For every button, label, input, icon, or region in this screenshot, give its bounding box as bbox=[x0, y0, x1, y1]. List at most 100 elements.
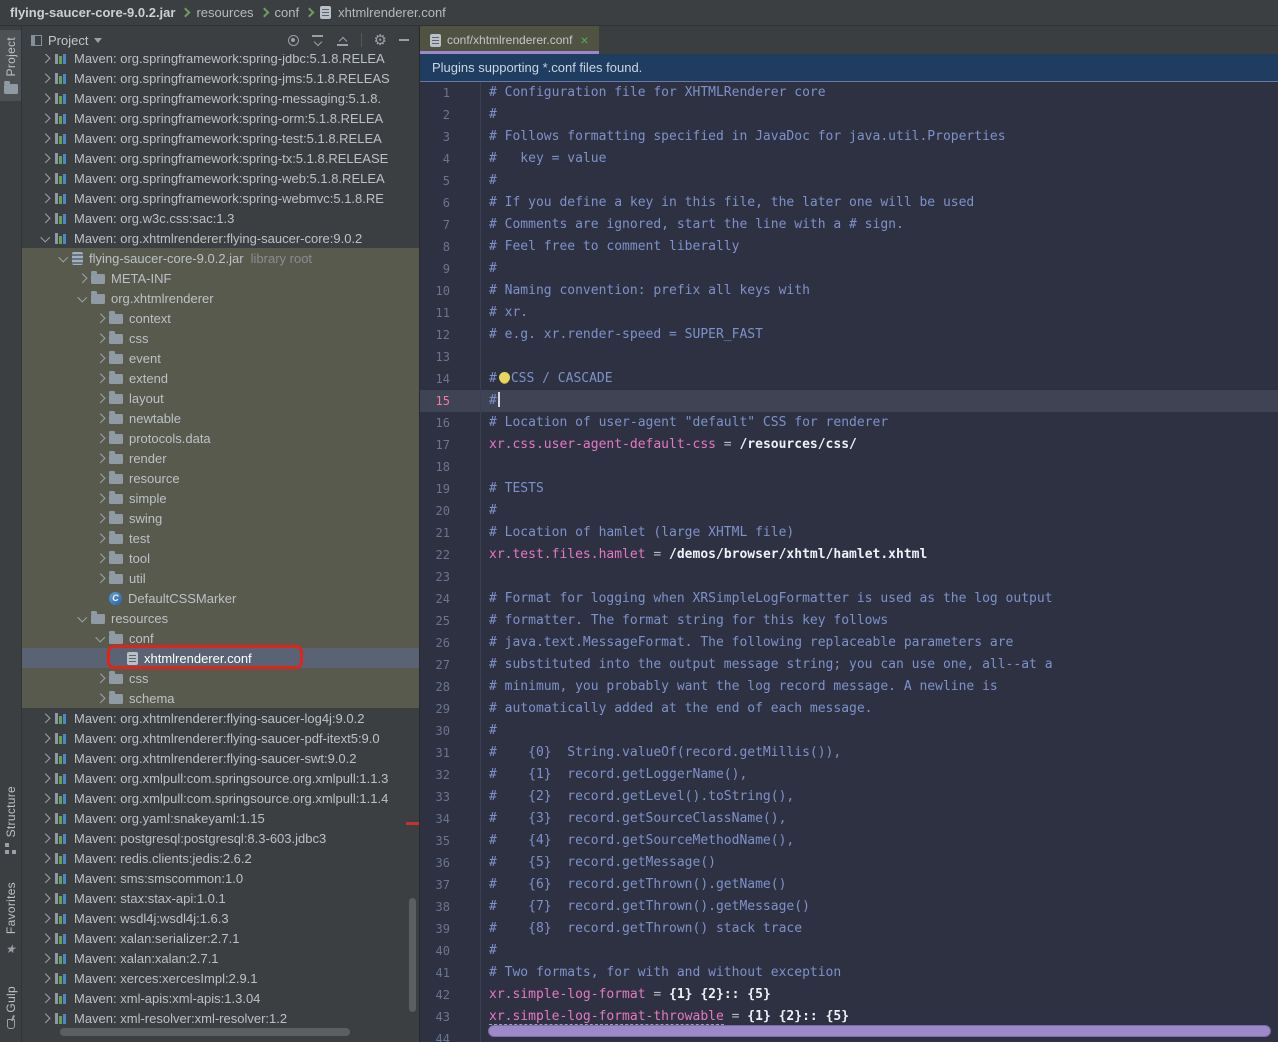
chevron-right-icon[interactable] bbox=[96, 433, 105, 442]
chevron-right-icon[interactable] bbox=[41, 873, 50, 882]
tree-item[interactable]: schema bbox=[22, 688, 419, 708]
code-text[interactable]: # {8} record.getThrown() stack trace bbox=[481, 918, 802, 940]
tool-strip-button[interactable]: Favorites bbox=[0, 875, 21, 965]
editor-line[interactable]: 36# {5} record.getMessage() bbox=[420, 852, 1278, 874]
chevron-right-icon[interactable] bbox=[41, 773, 50, 782]
tree-item[interactable]: protocols.data bbox=[22, 428, 419, 448]
tree-item[interactable]: Maven: sms:smscommon:1.0 bbox=[22, 868, 419, 888]
editor-line[interactable]: 42xr.simple-log-format = {1} {2}:: {5} bbox=[420, 984, 1278, 1006]
chevron-slot[interactable] bbox=[92, 415, 109, 422]
chevron-right-icon[interactable] bbox=[78, 273, 87, 282]
editor-line[interactable]: 35# {4} record.getSourceMethodName(), bbox=[420, 830, 1278, 852]
editor-line[interactable]: 15# bbox=[420, 390, 1278, 412]
chevron-slot[interactable] bbox=[37, 55, 54, 62]
editor-line[interactable]: 26# java.text.MessageFormat. The followi… bbox=[420, 632, 1278, 654]
code-text[interactable]: #CSS / CASCADE bbox=[481, 368, 613, 390]
chevron-right-icon[interactable] bbox=[41, 733, 50, 742]
chevron-right-icon[interactable] bbox=[41, 993, 50, 1002]
tree-item[interactable]: Maven: org.xmlpull:com.springsource.org.… bbox=[22, 768, 419, 788]
chevron-slot[interactable] bbox=[92, 636, 109, 641]
project-panel-title[interactable]: Project bbox=[48, 33, 88, 48]
code-text[interactable]: # bbox=[481, 104, 497, 126]
editor-line[interactable]: 24# Format for logging when XRSimpleLogF… bbox=[420, 588, 1278, 610]
editor-line[interactable]: 22xr.test.files.hamlet = /demos/browser/… bbox=[420, 544, 1278, 566]
chevron-slot[interactable] bbox=[37, 755, 54, 762]
tree-item[interactable]: Maven: org.xhtmlrenderer:flying-saucer-l… bbox=[22, 708, 419, 728]
code-text[interactable]: # Location of hamlet (large XHTML file) bbox=[481, 522, 794, 544]
code-text[interactable]: # {6} record.getThrown().getName() bbox=[481, 874, 786, 896]
editor-line[interactable]: 13 bbox=[420, 346, 1278, 368]
code-text[interactable]: # bbox=[481, 500, 497, 522]
chevron-right-icon[interactable] bbox=[41, 813, 50, 822]
editor-line[interactable]: 23 bbox=[420, 566, 1278, 588]
locate-icon[interactable] bbox=[288, 35, 299, 46]
tree-item[interactable]: Maven: org.springframework:spring-messag… bbox=[22, 88, 419, 108]
chevron-right-icon[interactable] bbox=[96, 413, 105, 422]
code-text[interactable]: # Feel free to comment liberally bbox=[481, 236, 739, 258]
chevron-right-icon[interactable] bbox=[41, 173, 50, 182]
chevron-slot[interactable] bbox=[37, 895, 54, 902]
code-text[interactable]: # Format for logging when XRSimpleLogFor… bbox=[481, 588, 1053, 610]
chevron-right-icon[interactable] bbox=[41, 213, 50, 222]
editor-line[interactable]: 12# e.g. xr.render-speed = SUPER_FAST bbox=[420, 324, 1278, 346]
chevron-slot[interactable] bbox=[37, 175, 54, 182]
chevron-slot[interactable] bbox=[37, 915, 54, 922]
chevron-slot[interactable] bbox=[92, 375, 109, 382]
chevron-right-icon[interactable] bbox=[96, 333, 105, 342]
collapse-all-icon[interactable] bbox=[336, 34, 349, 47]
chevron-right-icon[interactable] bbox=[41, 54, 50, 63]
tree-item[interactable]: flying-saucer-core-9.0.2.jarlibrary root bbox=[22, 248, 419, 268]
chevron-right-icon[interactable] bbox=[96, 373, 105, 382]
editor-line[interactable]: 38# {7} record.getThrown().getMessage() bbox=[420, 896, 1278, 918]
tree-item[interactable]: Maven: wsdl4j:wsdl4j:1.6.3 bbox=[22, 908, 419, 928]
chevron-slot[interactable] bbox=[37, 955, 54, 962]
code-text[interactable]: # e.g. xr.render-speed = SUPER_FAST bbox=[481, 324, 763, 346]
code-text[interactable]: # Naming convention: prefix all keys wit… bbox=[481, 280, 810, 302]
chevron-slot[interactable] bbox=[37, 195, 54, 202]
editor-line[interactable]: 28# minimum, you probably want the log r… bbox=[420, 676, 1278, 698]
editor-line[interactable]: 3# Follows formatting specified in JavaD… bbox=[420, 126, 1278, 148]
tree-item[interactable]: Maven: xml-resolver:xml-resolver:1.2 bbox=[22, 1008, 419, 1028]
editor-line[interactable]: 40# bbox=[420, 940, 1278, 962]
chevron-right-icon[interactable] bbox=[41, 953, 50, 962]
tab-conf-xhtmlrenderer[interactable]: conf/xhtmlrenderer.conf × bbox=[420, 26, 599, 54]
tree-item[interactable]: tool bbox=[22, 548, 419, 568]
chevron-down-icon[interactable] bbox=[78, 292, 87, 301]
chevron-right-icon[interactable] bbox=[41, 853, 50, 862]
chevron-slot[interactable] bbox=[37, 995, 54, 1002]
editor-line[interactable]: 7# Comments are ignored, start the line … bbox=[420, 214, 1278, 236]
chevron-slot[interactable] bbox=[74, 296, 91, 301]
chevron-right-icon[interactable] bbox=[41, 793, 50, 802]
tree-item[interactable]: render bbox=[22, 448, 419, 468]
chevron-slot[interactable] bbox=[37, 115, 54, 122]
code-text[interactable]: # Configuration file for XHTMLRenderer c… bbox=[481, 82, 826, 104]
chevron-slot[interactable] bbox=[37, 95, 54, 102]
tree-item[interactable]: org.xhtmlrenderer bbox=[22, 288, 419, 308]
breadcrumb-item[interactable]: xhtmlrenderer.conf bbox=[306, 5, 446, 20]
chevron-right-icon[interactable] bbox=[41, 713, 50, 722]
chevron-slot[interactable] bbox=[37, 135, 54, 142]
editor-line[interactable]: 9# bbox=[420, 258, 1278, 280]
chevron-right-icon[interactable] bbox=[41, 1013, 50, 1022]
editor-line[interactable]: 37# {6} record.getThrown().getName() bbox=[420, 874, 1278, 896]
tree-item[interactable]: css bbox=[22, 328, 419, 348]
code-text[interactable]: # automatically added at the end of each… bbox=[481, 698, 873, 720]
code-text[interactable] bbox=[481, 456, 489, 478]
code-text[interactable]: xr.css.user-agent-default-css = /resourc… bbox=[481, 434, 857, 456]
chevron-slot[interactable] bbox=[92, 315, 109, 322]
chevron-right-icon[interactable] bbox=[41, 193, 50, 202]
code-text[interactable]: # {5} record.getMessage() bbox=[481, 852, 716, 874]
code-text[interactable]: # Location of user-agent "default" CSS f… bbox=[481, 412, 888, 434]
chevron-slot[interactable] bbox=[92, 495, 109, 502]
code-text[interactable] bbox=[481, 566, 489, 588]
chevron-slot[interactable] bbox=[92, 515, 109, 522]
code-text[interactable] bbox=[481, 346, 489, 368]
tree-item[interactable]: Maven: org.w3c.css:sac:1.3 bbox=[22, 208, 419, 228]
breadcrumb-item[interactable]: conf bbox=[261, 5, 300, 20]
chevron-slot[interactable] bbox=[37, 935, 54, 942]
code-text[interactable]: # {1} record.getLoggerName(), bbox=[481, 764, 747, 786]
chevron-slot[interactable] bbox=[37, 715, 54, 722]
chevron-slot[interactable] bbox=[37, 155, 54, 162]
chevron-slot[interactable] bbox=[37, 215, 54, 222]
chevron-slot[interactable] bbox=[37, 735, 54, 742]
